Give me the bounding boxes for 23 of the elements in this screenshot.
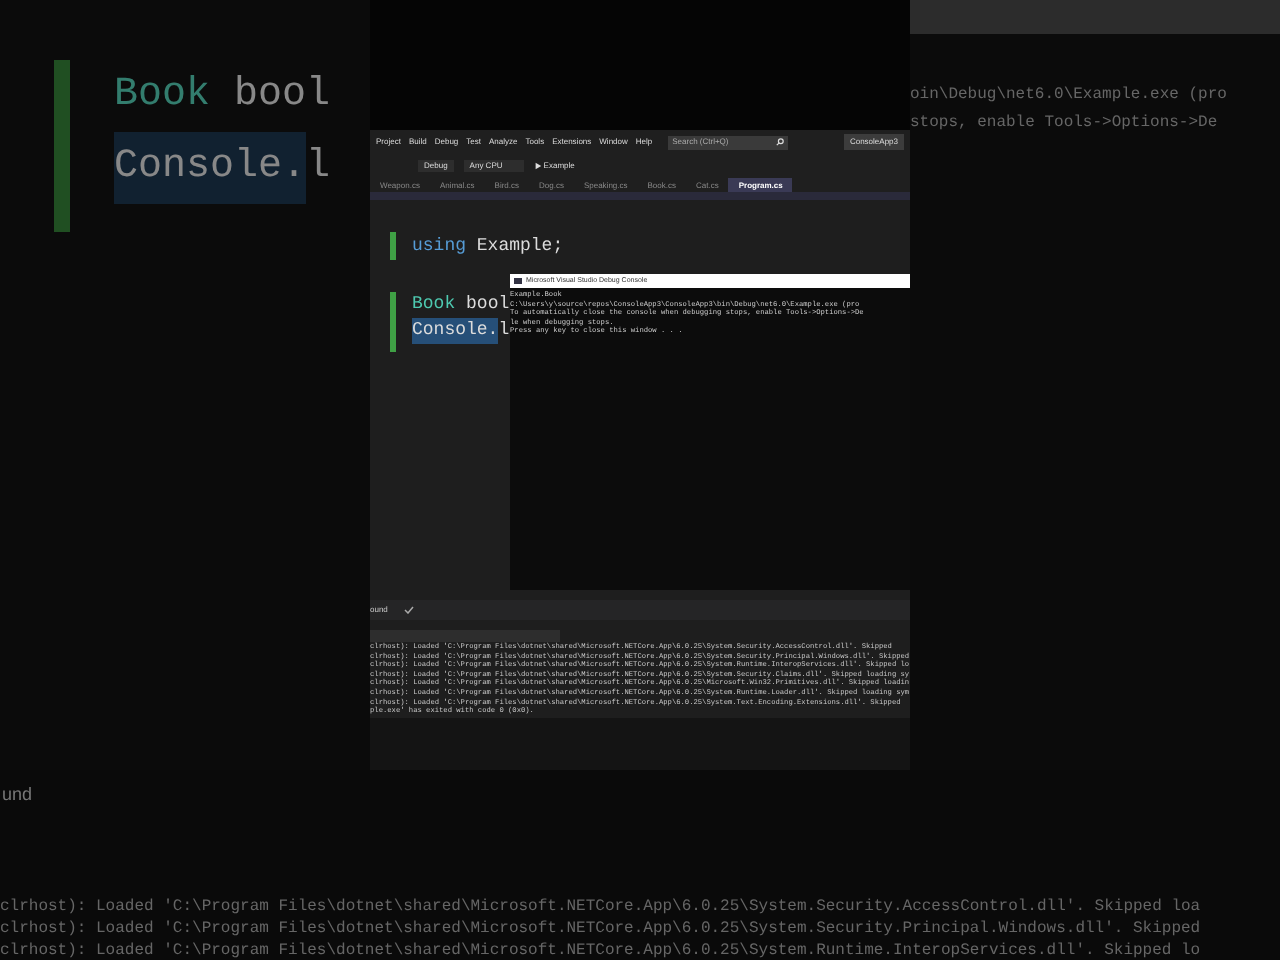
code-token: bool: [466, 292, 510, 318]
log-line: clrhost): Loaded 'C:\Program Files\dotnet\shared\Microsoft.NETCore.App\6.0.25\System.Runtime.InteropServices.dll'. Skipped lo: [0, 939, 1203, 960]
change-bar: [390, 232, 396, 260]
search-icon: [776, 138, 785, 146]
code-token: bool: [234, 70, 331, 122]
check-icon: [403, 606, 414, 614]
code-token: Book: [114, 70, 213, 122]
code-token: using: [412, 234, 469, 260]
code-token: Console.: [114, 132, 307, 204]
code-token: l: [306, 142, 331, 194]
code-token: Book: [412, 292, 458, 318]
status-text: und: [0, 782, 35, 808]
console-icon: [514, 278, 522, 284]
code-token: l: [498, 318, 510, 344]
output-source-dropdown[interactable]: [370, 630, 560, 642]
log-line: clrhost): Loaded 'C:\Program Files\dotnet\shared\Microsoft.NETCore.App\6.0.25\System.Security.Principal.Windows.dll'. Skipped: [0, 917, 1203, 939]
console-line: oin\Debug\net6.0\Example.exe (pro: [910, 84, 1229, 108]
play-icon: [533, 161, 542, 169]
code-token: Example;: [476, 234, 564, 260]
console-line: stops, enable Tools->Options->De: [910, 112, 1220, 136]
change-bar: [390, 292, 396, 352]
code-token: Console.: [412, 318, 499, 344]
log-line: clrhost): Loaded 'C:\Program Files\dotnet\shared\Microsoft.NETCore.App\6.0.25\System.Security.AccessControl.dll'. Skipped loa: [0, 895, 1203, 917]
